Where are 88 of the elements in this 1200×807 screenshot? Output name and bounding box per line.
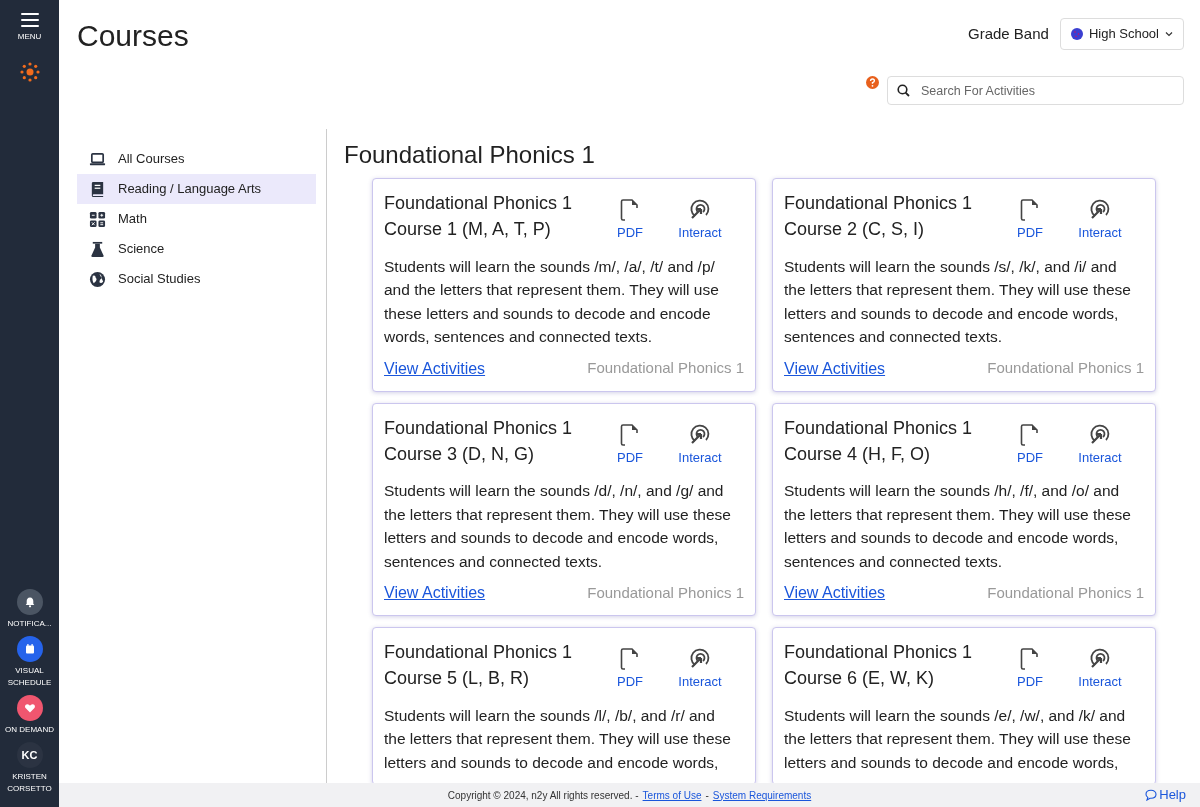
cursor-target-icon xyxy=(689,199,711,221)
grade-band-select[interactable]: High School xyxy=(1059,18,1184,50)
help-icon[interactable] xyxy=(866,76,879,89)
course-description: Students will learn the sounds /m/, /a/, /t/ and /p/ and the letters that represent them. They will use these letters and sounds to decode and encode words, sentences and connected texts. xyxy=(384,256,720,347)
pdf-button[interactable]: PDF xyxy=(600,199,660,243)
course-description: Students will learn the sounds /h/, /f/, and /o/ and the letters that represent them. They will use these letters and sounds to decode and encode words, sentences and connected texts. xyxy=(784,481,1132,572)
pdf-button[interactable]: PDF xyxy=(1000,648,1060,692)
sidebar-label: KRISTEN CORSETTO xyxy=(6,771,53,795)
separator-text: - xyxy=(705,788,709,803)
search-icon xyxy=(897,84,910,97)
section-title: Foundational Phonics 1 xyxy=(344,140,596,170)
pdf-file-icon xyxy=(620,199,640,221)
pdf-file-icon xyxy=(1020,199,1040,221)
view-activities-link[interactable]: View Activities xyxy=(784,581,886,605)
chevron-down-icon xyxy=(1165,31,1173,37)
course-title: Foundational Phonics 1 xyxy=(384,416,574,440)
sidebar-button[interactable]: VISUAL SCHEDULE xyxy=(1,636,58,689)
pdf-file-icon xyxy=(620,423,640,446)
menu-button[interactable]: MENU xyxy=(17,12,42,42)
grade-band-label: Grade Band xyxy=(968,23,1049,44)
course-subtitle: Course 6 (E, W, K) xyxy=(784,667,936,690)
cursor-target-icon xyxy=(1089,423,1111,446)
chat-bubble-icon xyxy=(1145,789,1158,801)
laptop-icon xyxy=(89,150,106,168)
interact-button[interactable]: Interact xyxy=(660,199,740,243)
view-activities-link[interactable]: View Activities xyxy=(784,356,886,381)
page-title: Courses xyxy=(77,18,189,54)
book-icon xyxy=(89,180,106,198)
interact-button[interactable]: Interact xyxy=(660,423,740,467)
globe-icon xyxy=(89,270,106,288)
cursor-target-icon xyxy=(1089,199,1111,221)
course-title: Foundational Phonics 1 xyxy=(784,192,974,215)
help-link[interactable]: Help xyxy=(1145,785,1186,805)
category-item[interactable]: All Courses xyxy=(77,144,316,174)
copyright-text: Copyright © 2024, n2y All rights reserved. - xyxy=(447,788,639,803)
globe-icon xyxy=(1070,28,1083,40)
view-activities-link[interactable]: View Activities xyxy=(384,356,486,381)
cursor-target-icon xyxy=(689,648,711,670)
sidebar-label: VISUAL SCHEDULE xyxy=(6,665,53,689)
heart-icon xyxy=(22,701,37,715)
interact-button[interactable]: Interact xyxy=(1060,648,1140,692)
course-subtitle: Course 3 (D, N, G) xyxy=(384,442,536,466)
course-tag: Foundational Phonics 1 xyxy=(987,581,1144,605)
course-tag: Foundational Phonics 1 xyxy=(587,581,744,605)
search-field[interactable]: Search For Activities xyxy=(887,76,1184,105)
course-title: Foundational Phonics 1 xyxy=(784,641,974,664)
course-tag: Foundational Phonics 1 xyxy=(587,357,744,380)
interact-button[interactable]: Interact xyxy=(1060,199,1140,243)
course-description: Students will learn the sounds /e/, /w/, and /k/ and the letters that represent them. They will use these letters and sounds to decode and encode words, xyxy=(784,705,1132,773)
course-title: Foundational Phonics 1 xyxy=(384,641,574,664)
calculator-icon xyxy=(89,210,106,228)
pdf-file-icon xyxy=(1020,648,1040,670)
sidebar-button[interactable]: ON DEMAND xyxy=(1,695,58,736)
course-subtitle: Course 2 (C, S, I) xyxy=(784,218,926,241)
course-subtitle: Course 1 (M, A, T, P) xyxy=(384,218,552,241)
view-activities-link[interactable]: View Activities xyxy=(384,581,486,605)
terms-link[interactable]: Terms of Use xyxy=(642,787,702,803)
course-tag: Foundational Phonics 1 xyxy=(987,357,1144,380)
pdf-button[interactable]: PDF xyxy=(600,423,660,467)
pdf-button[interactable]: PDF xyxy=(600,648,660,692)
user-avatar: KC xyxy=(16,742,43,768)
sidebar-button[interactable]: NOTIFICA... xyxy=(1,589,58,630)
sidebar-button[interactable]: KC KRISTEN CORSETTO xyxy=(1,742,58,795)
pdf-button[interactable]: PDF xyxy=(1000,423,1060,467)
pdf-button[interactable]: PDF xyxy=(1000,199,1060,243)
category-item[interactable]: Science xyxy=(77,234,316,264)
course-description: Students will learn the sounds /d/, /n/, and /g/ and the letters that represent them. They will use these letters and sounds to decode and encode words, sentences and connected texts. xyxy=(384,481,732,572)
logo-icon xyxy=(19,62,40,82)
menu-icon xyxy=(19,12,40,28)
category-item[interactable]: Reading / Language Arts xyxy=(77,174,316,204)
course-description: Students will learn the sounds /s/, /k/, and /i/ and the letters that represent them. They will use these letters and sounds to decode and encode words, sentences and connected texts. xyxy=(784,256,1132,347)
course-subtitle: Course 4 (H, F, O) xyxy=(784,442,932,466)
course-subtitle: Course 5 (L, B, R) xyxy=(384,667,531,690)
interact-button[interactable]: Interact xyxy=(1060,423,1140,467)
cursor-target-icon xyxy=(689,423,711,446)
pdf-file-icon xyxy=(1020,423,1040,446)
category-item[interactable]: Social Studies xyxy=(77,264,316,294)
cursor-target-icon xyxy=(1089,648,1111,670)
sidebar-label: NOTIFICA... xyxy=(7,618,52,630)
requirements-link[interactable]: System Requirements xyxy=(712,787,812,803)
sidebar-label: ON DEMAND xyxy=(5,724,54,736)
interact-button[interactable]: Interact xyxy=(660,648,740,692)
course-description: Students will learn the sounds /l/, /b/, and /r/ and the letters that represent them. They will use these letters and sounds to decode and encode words, xyxy=(384,705,732,773)
category-item[interactable]: Math xyxy=(77,204,316,234)
flask-icon xyxy=(89,240,106,258)
pdf-file-icon xyxy=(620,648,640,670)
course-title: Foundational Phonics 1 xyxy=(384,192,574,215)
course-title: Foundational Phonics 1 xyxy=(784,416,974,440)
